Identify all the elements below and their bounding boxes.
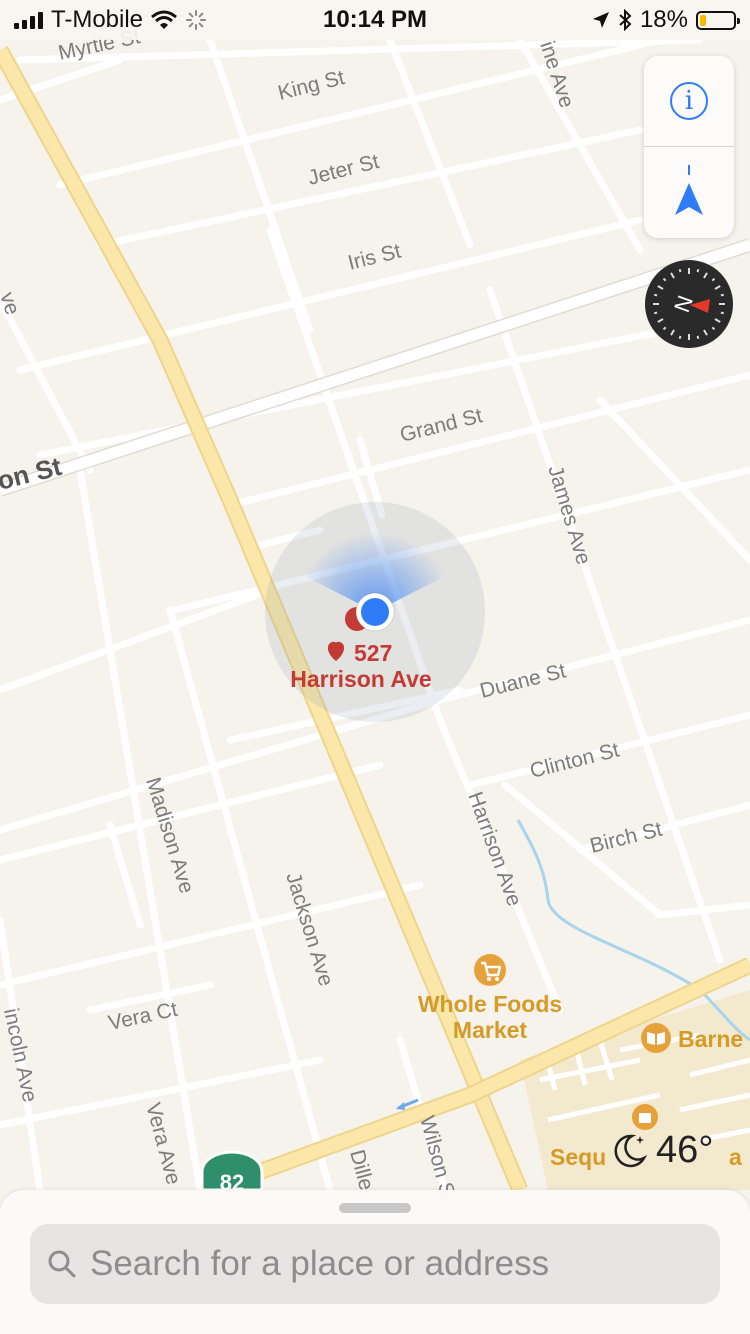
weather-temperature: 46°	[656, 1128, 714, 1171]
compass-button[interactable]: N	[644, 259, 734, 349]
shopping-cart-icon	[474, 954, 506, 986]
tracking-button[interactable]	[644, 148, 734, 238]
battery-percent: 18%	[639, 6, 688, 33]
weather-indicator: 46°	[610, 1122, 735, 1178]
bottom-sheet[interactable]	[0, 1190, 750, 1334]
battery-icon	[696, 10, 740, 30]
location-arrow-icon	[675, 165, 703, 215]
poi-label-whole-foods-line1: Whole Foods	[418, 991, 562, 1017]
bluetooth-icon	[619, 9, 632, 31]
activity-spinner-icon	[186, 10, 207, 30]
book-icon	[641, 1023, 671, 1053]
map-info-button[interactable]: i	[644, 56, 734, 146]
moon-stars-icon	[614, 1134, 648, 1168]
route-shield-82: 82	[200, 1150, 264, 1195]
location-arrow-icon	[592, 12, 609, 28]
poi-label-barnes: Barne	[678, 1026, 743, 1052]
poi-label-sequoia: Sequ	[550, 1144, 606, 1170]
signal-bars-icon	[14, 11, 43, 29]
status-right: 18%	[592, 6, 740, 34]
sheet-grabber-handle[interactable]	[339, 1203, 411, 1213]
poi-barnes[interactable]: Barne	[641, 1023, 743, 1053]
wifi-icon	[151, 10, 177, 29]
controls-divider	[644, 146, 734, 147]
info-icon: i	[670, 82, 708, 120]
favorite-label-line1: 527	[354, 640, 392, 666]
carrier-name: T-Mobile	[51, 6, 144, 33]
search-input[interactable]	[88, 1243, 720, 1285]
status-left: T-Mobile	[14, 6, 207, 34]
poi-label-whole-foods-line2: Market	[453, 1017, 527, 1043]
search-icon	[48, 1250, 76, 1278]
status-bar: T-Mobile 10:14 PM 18%	[0, 0, 750, 40]
favorite-label-line2: Harrison Ave	[290, 666, 431, 692]
map-controls: i	[644, 56, 734, 238]
search-bar[interactable]	[30, 1224, 720, 1304]
